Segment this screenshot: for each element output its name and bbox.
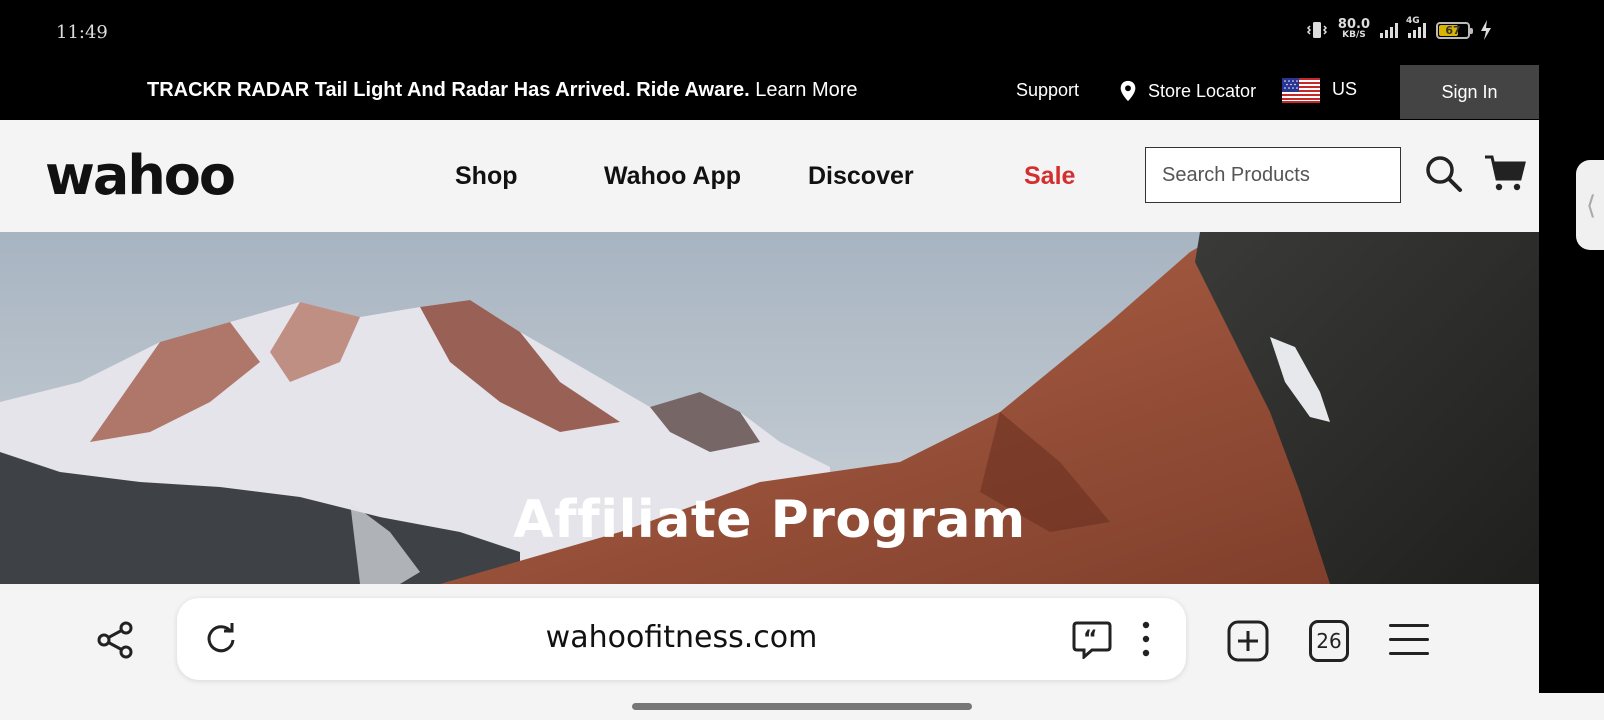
edge-panel-handle-icon: ⟨ [1586, 190, 1597, 220]
battery-level: 67 [1445, 23, 1461, 37]
us-flag-icon[interactable] [1282, 78, 1320, 103]
main-navigation: wahoo Shop Wahoo App Discover Sale [0, 120, 1539, 232]
hero-title: Affiliate Program [513, 490, 1026, 550]
tabs-icon[interactable]: 26 [1309, 620, 1349, 662]
share-icon[interactable] [96, 620, 136, 660]
battery-icon: 67 [1436, 21, 1473, 39]
new-tab-icon[interactable] [1227, 620, 1269, 662]
web-page: TRACKR RADAR Tail Light And Radar Has Ar… [0, 64, 1539, 584]
home-indicator[interactable] [632, 703, 972, 710]
reader-mode-icon[interactable]: “ [1072, 619, 1112, 659]
signal-icon [1380, 22, 1398, 38]
network-type: 4G [1406, 16, 1420, 26]
cart-icon[interactable] [1484, 154, 1526, 194]
net-speed-unit: KB/S [1342, 30, 1366, 40]
announcement-bar: TRACKR RADAR Tail Light And Radar Has Ar… [0, 64, 1539, 120]
store-locator-label: Store Locator [1148, 80, 1257, 101]
right-edge [1539, 64, 1604, 693]
announcement-text[interactable]: TRACKR RADAR Tail Light And Radar Has Ar… [147, 79, 858, 102]
address-bar[interactable]: wahoofitness.com “ [177, 598, 1186, 680]
sign-in-button[interactable]: Sign In [1400, 65, 1539, 119]
edge-panel-handle[interactable]: ⟨ [1576, 160, 1604, 250]
signal-4g-icon: 4G [1406, 16, 1426, 38]
status-time: 11:49 [56, 22, 108, 43]
net-speed: 80.0 KB/S [1337, 17, 1370, 40]
search-icon[interactable] [1424, 154, 1464, 194]
svg-text:“: “ [1083, 627, 1097, 652]
hero-banner: Affiliate Program [0, 232, 1539, 584]
more-icon[interactable] [1137, 620, 1155, 658]
nav-wahoo-app[interactable]: Wahoo App [604, 162, 741, 191]
search-input[interactable] [1145, 147, 1401, 203]
announcement-headline: TRACKR RADAR Tail Light And Radar Has Ar… [147, 79, 750, 101]
location-pin-icon [1120, 80, 1136, 102]
status-icons: 80.0 KB/S 4G 67 [1306, 16, 1492, 40]
learn-more-link[interactable]: Learn More [755, 79, 857, 101]
charging-icon [1481, 20, 1491, 40]
region-label[interactable]: US [1332, 79, 1357, 100]
url-text[interactable]: wahoofitness.com [177, 620, 1186, 655]
browser-toolbar: wahoofitness.com “ 26 [0, 584, 1539, 693]
store-locator-link[interactable]: Store Locator [1118, 80, 1256, 102]
nav-shop[interactable]: Shop [455, 162, 518, 191]
vibrate-icon [1306, 22, 1327, 38]
status-bar: 11:49 80.0 KB/S 4G 67 [0, 0, 1604, 64]
nav-discover[interactable]: Discover [808, 162, 914, 191]
gesture-bar [0, 693, 1604, 720]
nav-sale[interactable]: Sale [1024, 162, 1075, 191]
menu-icon[interactable] [1389, 624, 1429, 656]
support-link[interactable]: Support [1016, 80, 1079, 101]
net-speed-value: 80.0 [1337, 17, 1370, 32]
wahoo-logo[interactable]: wahoo [45, 144, 236, 207]
